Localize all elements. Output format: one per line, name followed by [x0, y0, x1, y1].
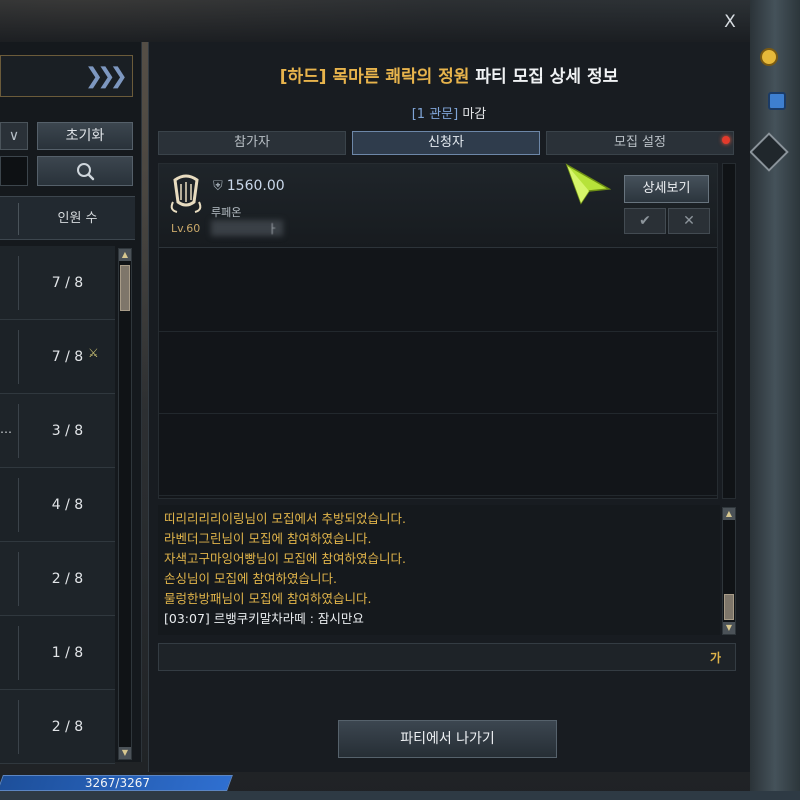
truncated-text: …: [0, 422, 12, 436]
chat-line: 물렁한방패님이 모집에 참여하였습니다.: [164, 591, 372, 606]
dialog-tabs: 참가자 신청자 모집 설정: [158, 131, 734, 155]
chevron-right-icon: ❯❯❯: [84, 64, 128, 89]
row-divider: [18, 404, 19, 458]
member-count: 7 / 8: [51, 349, 84, 365]
recruit-list-scrollbar[interactable]: ▲ ▼: [118, 248, 132, 760]
scroll-down-icon[interactable]: ▼: [119, 747, 131, 759]
item-level-value: 1560.00: [226, 178, 285, 194]
empty-slot: [159, 250, 717, 332]
class-name: 루페온: [211, 206, 242, 219]
row-divider: [18, 626, 19, 680]
scroll-up-icon[interactable]: ▲: [119, 249, 131, 261]
notification-dot: [722, 136, 730, 144]
chat-scrollbar[interactable]: ▲ ▼: [722, 507, 736, 635]
chat-line: 라벤더그린님이 모집에 참여하였습니다.: [164, 531, 372, 546]
row-divider: [18, 256, 19, 310]
member-count: 7 / 8: [51, 275, 84, 291]
chat-line: 손싱님이 모집에 참여하였습니다.: [164, 571, 337, 586]
search-input[interactable]: [0, 156, 28, 186]
check-icon: ✔: [639, 213, 651, 229]
name-suffix: ㅏ: [267, 222, 279, 236]
tab-recruit-settings[interactable]: 모집 설정: [546, 131, 734, 155]
stage-tag: [1 관문]: [411, 107, 459, 122]
tab-applicants[interactable]: 신청자: [352, 131, 540, 155]
input-mode-indicator[interactable]: 가: [710, 649, 721, 666]
filter-dropdown[interactable]: ∨: [0, 122, 28, 150]
level-value: Lv.60: [171, 222, 201, 235]
applicant-scrollbar[interactable]: [722, 163, 736, 499]
leave-party-button[interactable]: 파티에서 나가기: [338, 720, 557, 758]
status-text: 마감: [458, 107, 487, 122]
member-count: 2 / 8: [51, 571, 84, 587]
dialog-title: [하드] 목마른 쾌락의 정원 파티 모집 상세 정보: [148, 62, 750, 87]
stage-status: [1 관문] 마감: [148, 103, 750, 122]
minimap-quest-icon[interactable]: [760, 48, 778, 66]
table-row[interactable]: 7 / 8 ⚔: [0, 320, 115, 394]
minimap-edge: [750, 0, 800, 800]
bard-class-icon: [170, 174, 202, 213]
table-row[interactable]: 2 / 8: [0, 690, 115, 764]
scroll-down-icon[interactable]: ▼: [723, 622, 735, 634]
chevron-down-icon: ∨: [8, 128, 20, 144]
table-row[interactable]: 4 / 8: [0, 468, 115, 542]
recruit-category-header[interactable]: ❯❯❯: [0, 55, 133, 97]
minimap-marker-icon[interactable]: [768, 92, 786, 110]
skill-bar-edge: [0, 791, 800, 800]
row-divider: [18, 700, 19, 754]
chat-input[interactable]: 가: [158, 643, 736, 671]
view-details-button[interactable]: 상세보기: [624, 175, 709, 203]
scroll-thumb[interactable]: [120, 265, 130, 311]
chat-line: [03:07] 르뱅쿠키말차라떼 : 잠시만요: [164, 611, 364, 626]
x-icon: ✕: [683, 213, 695, 229]
scroll-thumb[interactable]: [724, 594, 734, 620]
reject-button[interactable]: ✕: [668, 208, 710, 234]
empty-slot: [159, 414, 717, 496]
chat-line: 띠리리리리이링님이 모집에서 추방되었습니다.: [164, 511, 406, 526]
row-divider: [18, 478, 19, 532]
table-row[interactable]: 7 / 8: [0, 246, 115, 320]
table-row[interactable]: 2 / 8: [0, 542, 115, 616]
accept-button[interactable]: ✔: [624, 208, 666, 234]
hp-value: 3267/3267: [84, 776, 150, 790]
empty-slot: [159, 332, 717, 414]
close-button[interactable]: X: [718, 10, 742, 34]
sword-icon: ⚔: [88, 346, 99, 360]
character-level: Lv.60: [171, 222, 200, 235]
search-icon: [77, 163, 95, 181]
item-level: ⛨ 1560.00: [213, 178, 285, 194]
cursor-arrow-icon: [565, 163, 611, 205]
dungeon-name: [하드] 목마른 쾌락의 정원: [279, 67, 470, 87]
recruit-rows: 7 / 8 7 / 8 ⚔ … 3 / 8 4 / 8 2 / 8 1 / 8 2 …: [0, 246, 115, 764]
top-strip: [0, 0, 750, 42]
member-count: 3 / 8: [51, 423, 84, 439]
member-count: 4 / 8: [51, 497, 84, 513]
row-divider: [18, 552, 19, 606]
reset-button[interactable]: 초기화: [37, 122, 133, 150]
dialog-title-text: 파티 모집 상세 정보: [469, 67, 619, 87]
helmet-icon: ⛨: [213, 179, 223, 194]
tab-participants[interactable]: 참가자: [158, 131, 346, 155]
chat-log: 띠리리리리이링님이 모집에서 추방되었습니다. 라벤더그린님이 모집에 참여하였…: [158, 505, 720, 635]
member-count: 1 / 8: [51, 645, 84, 661]
row-divider: [18, 330, 19, 384]
table-row[interactable]: 1 / 8: [0, 616, 115, 690]
column-header: 인원 수: [0, 196, 135, 240]
chat-line: 자색고구마잉어빵님이 모집에 참여하였습니다.: [164, 551, 406, 566]
table-row[interactable]: … 3 / 8: [0, 394, 115, 468]
member-count: 2 / 8: [51, 719, 84, 735]
scroll-up-icon[interactable]: ▲: [723, 508, 735, 520]
search-button[interactable]: [37, 156, 133, 186]
column-divider: [18, 203, 19, 235]
member-count-header: 인원 수: [57, 211, 98, 226]
